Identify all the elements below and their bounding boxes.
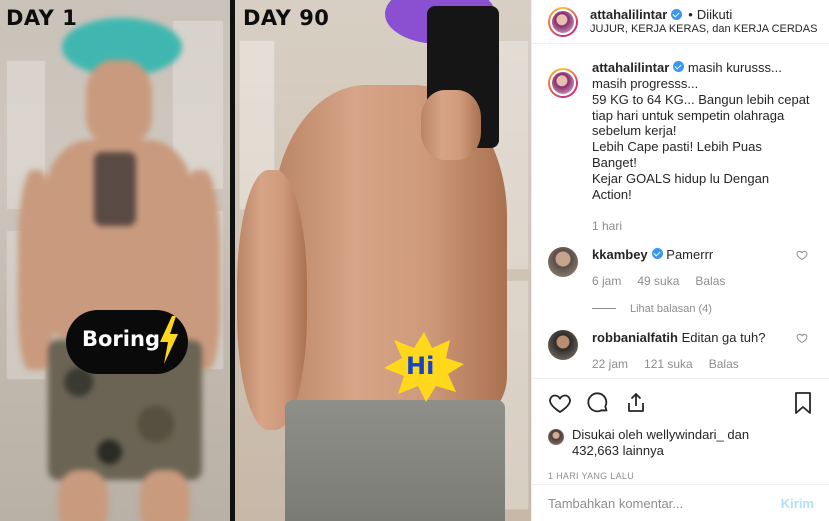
reply-button[interactable]: Balas [709,357,739,373]
comment-like-heart-icon[interactable] [796,249,808,261]
author-avatar[interactable] [548,6,578,37]
comment-input[interactable] [548,495,781,511]
commenter-username[interactable]: robbanialfatih [592,330,678,345]
hand [421,90,481,160]
likes-count[interactable]: 432,663 [572,443,619,458]
post-sidebar: attahalilintar • Diikuti JUJUR, KERJA KE… [531,0,829,521]
post-photo[interactable]: DAY 1 Boring DAY 90 Hi [0,0,531,521]
verified-icon [671,9,683,21]
likes-suffix[interactable]: lainnya [623,443,664,458]
boring-sticker-text: Boring [82,327,160,351]
post-comment-button[interactable]: Kirim [781,496,814,511]
comment-icon[interactable] [586,391,610,415]
follow-status-button[interactable]: Diikuti [697,7,732,23]
post-actions: Disukai oleh wellywindari_ dan 432,663 l… [532,378,829,481]
hi-sticker: Hi [384,332,464,402]
commenter-avatar[interactable] [548,330,578,361]
comment-likes[interactable]: 121 suka [644,357,693,373]
commenter-username[interactable]: kkambey [592,247,648,262]
comment-text: Editan ga tuh? [681,330,766,346]
boring-sticker: Boring [66,310,188,374]
share-icon[interactable] [624,391,648,415]
comment-item: robbanialfatih Editan ga tuh? 22 jam 121… [532,330,829,372]
replies-line [592,308,616,310]
likes-summary: Disukai oleh wellywindari_ dan 432,663 l… [548,427,814,460]
comment-like-heart-icon[interactable] [796,332,808,344]
comment-likes[interactable]: 49 suka [637,274,679,290]
comment-time: 6 jam [592,274,622,289]
day-90-label: DAY 90 [243,6,330,30]
caption-avatar[interactable] [548,68,578,98]
photo-day-90: DAY 90 [235,0,531,521]
view-replies-button[interactable]: Lihat balasan (4) [592,302,725,316]
likes-middle: dan [727,427,750,442]
photo-day-1: DAY 1 Boring [0,0,230,521]
lightning-icon [160,316,178,364]
separator-dot: • [688,6,693,22]
author-username[interactable]: attahalilintar [590,7,667,23]
day-1-label: DAY 1 [6,6,78,30]
caption-time: 1 hari [592,218,623,233]
figure-before [0,0,230,521]
add-comment-bar: Kirim [532,484,829,521]
hi-sticker-text: Hi [406,352,435,380]
author-subtitle: JUJUR, KERJA KERAS, dan KERJA CERDAS [590,22,818,35]
bookmark-icon[interactable] [792,391,814,415]
view-replies-label: Lihat balasan (4) [630,302,712,315]
liker-avatar [548,429,564,445]
comment-item: kkambey Pamerrr 6 jam 49 suka Balas Liha… [532,247,829,316]
liker-username[interactable]: wellywindari_ [646,427,723,442]
post-caption: attahalilintar masih kurusss... masih pr… [532,60,829,233]
post-header: attahalilintar • Diikuti JUJUR, KERJA KE… [532,0,829,44]
post-timestamp[interactable]: 1 HARI YANG LALU [548,471,814,481]
verified-icon [651,248,663,260]
shorts [285,400,505,521]
caption-text: masih kurusss... masih progresss... 59 K… [592,60,810,202]
left-arm [237,170,307,430]
comment-text: Pamerrr [666,247,714,263]
verified-icon [673,61,685,72]
likes-prefix: Disukai oleh [572,427,643,442]
caption-username[interactable]: attahalilintar [592,60,669,75]
comments-list[interactable]: attahalilintar masih kurusss... masih pr… [532,60,829,378]
comment-time: 22 jam [592,357,629,372]
commenter-avatar[interactable] [548,247,578,278]
heart-icon[interactable] [548,391,572,415]
reply-button[interactable]: Balas [695,274,725,290]
